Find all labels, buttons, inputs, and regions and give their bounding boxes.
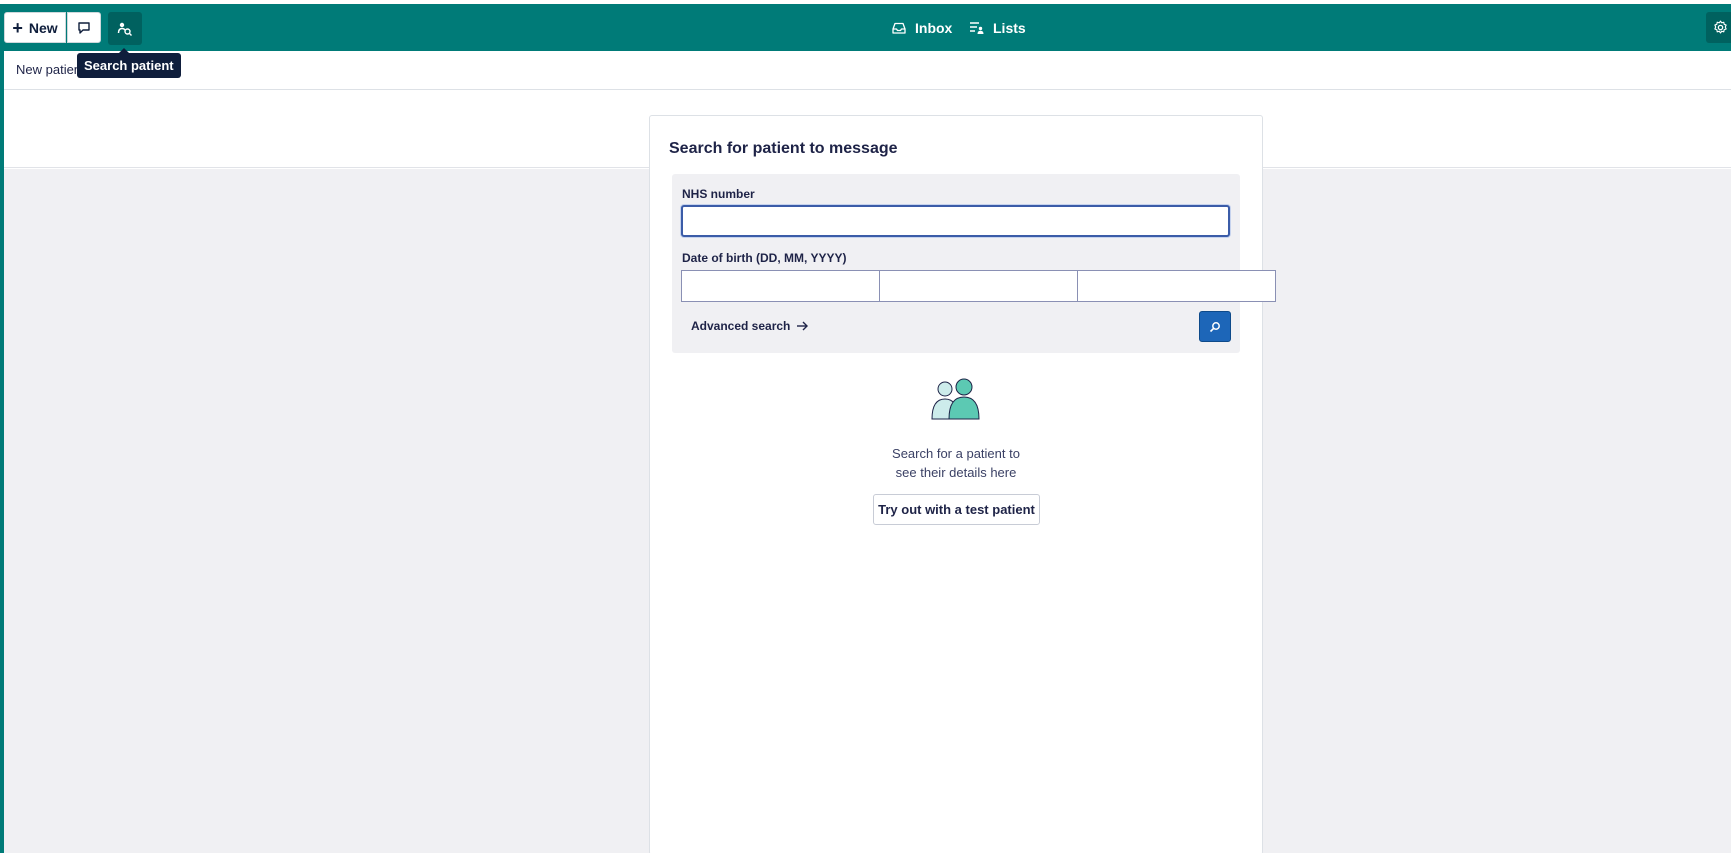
message-icon (78, 21, 90, 34)
advanced-search-link[interactable]: Advanced search (691, 319, 809, 333)
top-navigation-bar: + New Inbox Lists (0, 4, 1731, 51)
dob-month-input[interactable] (880, 270, 1078, 302)
search-patient-icon (117, 22, 132, 36)
nav-lists[interactable]: Lists (969, 12, 1026, 43)
search-patient-button[interactable] (108, 12, 142, 45)
search-patient-tooltip: Search patient (77, 48, 181, 78)
search-form: NHS number Date of birth (DD, MM, YYYY) … (672, 174, 1276, 353)
settings-icon (1713, 20, 1727, 34)
dob-year-input[interactable] (1078, 270, 1276, 302)
arrow-right-icon (797, 321, 809, 331)
empty-state-line-1: Search for a patient to (892, 446, 1020, 461)
nhs-number-input[interactable] (681, 205, 1230, 237)
patient-tab-bar: New patient (4, 51, 1731, 90)
dob-fields (681, 270, 1276, 302)
empty-state-line-2: see their details here (895, 465, 1017, 480)
search-icon (1209, 321, 1220, 332)
new-patient-tab[interactable]: New patient (16, 62, 85, 77)
dob-day-input[interactable] (681, 270, 880, 302)
nav-lists-label: Lists (993, 19, 1026, 36)
nav-inbox[interactable]: Inbox (892, 12, 952, 43)
panel-title: Search for patient to message (669, 140, 898, 157)
new-message-button[interactable] (67, 12, 101, 43)
plus-icon: + (12, 17, 23, 38)
search-submit-button[interactable] (1199, 311, 1231, 342)
new-button[interactable]: + New (4, 12, 66, 43)
nhs-number-label: NHS number (682, 187, 755, 201)
patients-illustration-icon (931, 378, 980, 420)
new-button-label: New (28, 19, 58, 36)
test-patient-button[interactable]: Try out with a test patient (873, 494, 1040, 525)
empty-state-text: Search for a patient to see their detail… (650, 444, 1262, 482)
advanced-search-label: Advanced search (691, 319, 791, 333)
settings-button[interactable] (1706, 12, 1731, 43)
dob-label: Date of birth (DD, MM, YYYY) (682, 251, 847, 265)
lists-icon (970, 21, 984, 34)
search-patient-panel: Search for patient to message NHS number… (649, 115, 1276, 853)
nav-inbox-label: Inbox (915, 19, 953, 36)
inbox-icon (892, 22, 906, 34)
